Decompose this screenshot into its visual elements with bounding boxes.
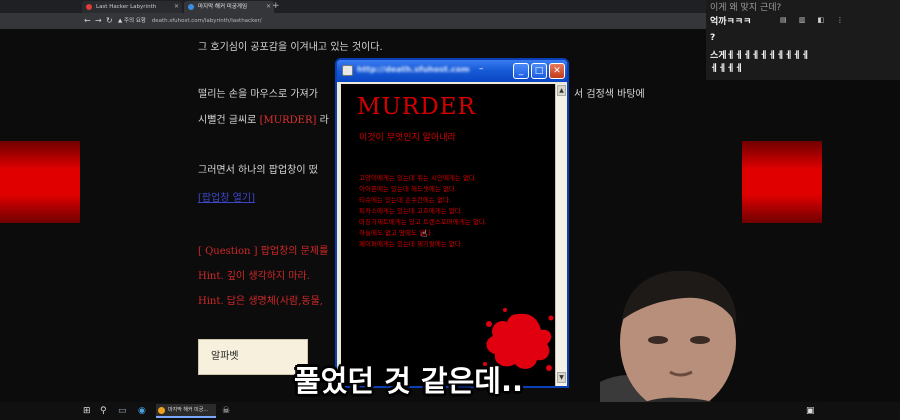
close-button[interactable]: ✕ <box>549 63 565 79</box>
close-tab-icon[interactable]: ✕ <box>266 1 271 13</box>
maximize-button[interactable]: □ <box>531 63 547 79</box>
hint-line: Hint. 깊이 생각하지 마라. <box>198 271 310 282</box>
popup-title-bar[interactable]: http://death.sfuhost.com – _ □ ✕ <box>337 60 567 82</box>
chat-message: ? <box>710 33 716 43</box>
edge-icon[interactable]: ◉ <box>138 405 146 417</box>
tab-label: 마지막 해커 미궁게임 <box>198 4 248 10</box>
new-tab-button[interactable]: + <box>272 0 280 13</box>
story-line: 서 검정색 바탕에 <box>574 89 645 100</box>
open-popup-link[interactable]: [팝업창 열기] <box>198 189 255 204</box>
search-icon[interactable]: ⚲ <box>100 405 107 417</box>
tray-icon[interactable]: ▣ <box>806 405 815 417</box>
screen: Last Hacker Labyrinth ✕ 마지막 해커 미궁게임 ✕ + … <box>0 0 900 420</box>
murder-heading: MURDER <box>357 94 476 120</box>
tab-last-hacker-labyrinth[interactable]: Last Hacker Labyrinth ✕ <box>82 1 182 13</box>
scroll-up-icon[interactable]: ▲ <box>557 85 566 96</box>
popup-window: http://death.sfuhost.com – _ □ ✕ MURDER … <box>335 58 569 388</box>
story-text: 시뻘건 글씨로 <box>198 115 260 126</box>
story-line: 떨리는 손을 마우스로 가져가 <box>198 89 318 100</box>
chat-message: 이게 왜 맞지 근데? <box>710 3 782 13</box>
popup-title-suffix: – <box>479 64 484 74</box>
popup-scrollbar[interactable]: ▲ ▼ <box>555 84 567 386</box>
chat-message: 억까ㅋㅋㅋ <box>710 17 752 27</box>
answer-input[interactable]: 알파벳 <box>198 339 308 375</box>
story-line: 시뻘건 글씨로 [MURDER] 라 <box>198 111 329 126</box>
video-subtitle: 풀었던 것 같은데.. <box>294 364 523 398</box>
tab-label: Last Hacker Labyrinth <box>96 4 157 10</box>
minimize-button[interactable]: _ <box>513 63 529 79</box>
story-line: 그 호기심이 공포감을 이겨내고 있는 것이다. <box>198 42 383 53</box>
browser-tab-bar: Last Hacker Labyrinth ✕ 마지막 해커 미궁게임 ✕ + <box>0 0 706 13</box>
windows-taskbar: ⊞ ⚲ ▭ ◉ 마지막 해커 미궁... ☠ ▣ <box>0 402 900 420</box>
close-tab-icon[interactable]: ✕ <box>174 1 179 13</box>
story-line: 그러면서 하나의 팝업창이 떴 <box>198 165 318 176</box>
clue-line: 마징가제트에게는 있고 트랜스포머에게는 없다. <box>359 218 487 226</box>
tab-labyrinth-game[interactable]: 마지막 해커 미궁게임 ✕ <box>184 1 274 13</box>
story-text: 라 <box>316 115 329 126</box>
url-text: death.sfuhost.com/labyrinth/lasthacker/ <box>151 18 262 24</box>
taskbar-browser-app[interactable]: 마지막 해커 미궁... <box>156 404 216 418</box>
url-field[interactable]: ▲ 주의 요함 death.sfuhost.com/labyrinth/last… <box>118 16 262 26</box>
mouse-cursor-icon: ☝ <box>421 229 428 240</box>
stream-chat: 이게 왜 맞지 근데? 억까ㅋㅋㅋ ? 스게ㅔㅔㅔㅔㅔㅔㅔㅔㅔㅔ ㅔㅔㅔㅔ <box>706 0 900 80</box>
back-icon[interactable]: ← <box>84 15 91 27</box>
security-warning[interactable]: ▲ 주의 요함 <box>118 18 146 24</box>
clue-line: 페이퍼에게는 있는데 제기랄에는 없다. <box>359 240 463 248</box>
browser-toolbar-icons: ▤ ▥ ◧ ⋮ <box>780 16 849 24</box>
clue-line: 고양이에게는 있는데 쥐는 시인에게는 없다. <box>359 174 477 182</box>
clue-line: 피카소에게는 있는데 고흐에게는 없다. <box>359 207 463 215</box>
hint-line: Hint. 답은 생명체(사람,동물, <box>198 296 323 307</box>
taskview-icon[interactable]: ▭ <box>118 405 127 417</box>
favicon-icon <box>188 4 194 10</box>
forward-icon[interactable]: → <box>95 15 102 27</box>
skull-app-icon[interactable]: ☠ <box>222 405 230 417</box>
scroll-down-icon[interactable]: ▼ <box>557 372 566 383</box>
start-icon[interactable]: ⊞ <box>83 405 91 417</box>
reload-icon[interactable]: ↻ <box>106 15 113 27</box>
red-banner-left <box>0 141 80 223</box>
popup-title: http://death.sfuhost.com <box>357 65 470 74</box>
question-line: [ Question ] 팝업창의 문제를 <box>198 246 329 257</box>
popup-content: MURDER 이것이 무엇인지 알아내라 고양이에게는 있는데 쥐는 시인에게는… <box>341 84 555 386</box>
chat-message: ㅔㅔㅔㅔ <box>710 64 744 74</box>
webcam-overlay <box>600 262 822 420</box>
page-icon <box>342 65 353 76</box>
chat-message: 스게ㅔㅔㅔㅔㅔㅔㅔㅔㅔㅔ <box>710 51 810 61</box>
favicon-icon <box>86 4 92 10</box>
streamer-webcam <box>600 262 822 420</box>
red-banner-right <box>742 141 822 223</box>
murder-highlight: [MURDER] <box>259 115 317 126</box>
address-bar: ← → ↻ ▲ 주의 요함 death.sfuhost.com/labyrint… <box>0 13 706 29</box>
murder-subheading: 이것이 무엇인지 알아내라 <box>359 133 456 143</box>
taskbar-app-label: 마지막 해커 미궁... <box>168 407 209 413</box>
clue-line: 이어폰에는 있는데 헤드셋에는 없다. <box>359 185 457 193</box>
clue-line: 티슈에는 있는데 손수건에는 없다. <box>359 196 451 204</box>
chrome-icon <box>158 407 165 414</box>
